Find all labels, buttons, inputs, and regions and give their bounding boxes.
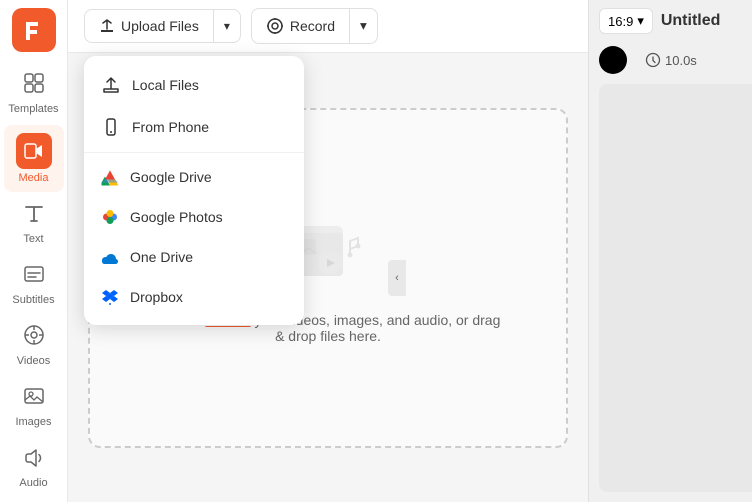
upload-arrow-icon: ▾ [224,19,230,33]
record-arrow-icon: ▾ [360,18,367,33]
sidebar: Templates Media Text Subtitles [0,0,68,502]
record-dropdown-button[interactable]: ▾ [350,10,377,42]
google-drive-label: Google Drive [130,169,212,185]
local-files-label: Local Files [132,77,199,93]
upload-dropdown-menu: Local Files From Phone [84,56,304,325]
background-color-picker[interactable] [599,46,627,74]
sidebar-item-subtitles-label: Subtitles [12,294,54,306]
aspect-ratio-label: 16:9 [608,14,633,29]
dropdown-item-google-drive[interactable]: Google Drive [84,157,304,197]
upload-dropdown-button[interactable]: ▾ [214,11,240,41]
videos-icon [23,324,45,352]
sidebar-item-media-label: Media [19,172,49,184]
media-icon-bg [16,133,52,169]
panel-collapse-button[interactable]: ‹ [388,260,406,296]
sidebar-item-media[interactable]: Media [4,125,64,192]
templates-icon [23,72,45,100]
from-phone-label: From Phone [132,119,209,135]
thumbnail-preview [599,84,752,492]
local-files-icon [100,74,122,96]
dropdown-item-local-files[interactable]: Local Files [84,64,304,106]
sidebar-item-videos[interactable]: Videos [4,316,64,375]
sidebar-item-templates-label: Templates [8,103,58,115]
sidebar-item-images-label: Images [15,416,51,428]
record-button[interactable]: Record [252,9,350,43]
upload-files-button[interactable]: Upload Files [85,10,214,42]
audio-icon [23,446,45,474]
google-drive-icon [100,167,120,187]
sidebar-item-images[interactable]: Images [4,377,64,436]
one-drive-label: One Drive [130,249,193,265]
text-icon [23,202,45,230]
color-timer-row: 10.0s [589,42,752,84]
timer-value: 10.0s [665,53,697,68]
dropbox-label: Dropbox [130,289,183,305]
sidebar-item-audio[interactable]: Audio [4,438,64,497]
sidebar-item-videos-label: Videos [17,355,50,367]
images-icon [23,385,45,413]
dropdown-item-dropbox[interactable]: Dropbox [84,277,304,317]
upload-icon [99,18,115,34]
upload-files-label: Upload Files [121,18,199,34]
main-content: Upload Files ▾ Record ▾ [68,0,588,502]
google-photos-label: Google Photos [130,209,223,225]
right-panel: 16:9 ▾ 10.0s [588,0,752,502]
dropdown-item-one-drive[interactable]: One Drive [84,237,304,277]
timer-button[interactable]: 10.0s [637,48,705,72]
sidebar-item-text-label: Text [23,233,43,245]
timer-icon [645,52,661,68]
collapse-chevron-icon: ‹ [395,272,399,284]
from-phone-icon [100,116,122,138]
sidebar-item-text[interactable]: Text [4,194,64,253]
record-label: Record [290,18,335,34]
record-icon [266,17,284,35]
dropdown-item-from-phone[interactable]: From Phone [84,106,304,148]
record-button-group: Record ▾ [251,8,378,44]
google-photos-icon [100,207,120,227]
app-logo [12,8,56,52]
title-input[interactable] [661,12,752,30]
aspect-ratio-chevron-icon: ▾ [637,13,644,29]
sidebar-item-templates[interactable]: Templates [4,64,64,123]
sidebar-item-subtitles[interactable]: Subtitles [4,255,64,314]
dropdown-item-google-photos[interactable]: Google Photos [84,197,304,237]
subtitles-icon [23,263,45,291]
sidebar-item-audio-label: Audio [19,477,47,489]
dropbox-icon [100,287,120,307]
one-drive-icon [100,247,120,267]
aspect-ratio-button[interactable]: 16:9 ▾ [599,8,653,34]
toolbar: Upload Files ▾ Record ▾ [68,0,588,53]
upload-button-group: Upload Files ▾ [84,9,241,43]
dropdown-divider-1 [84,152,304,153]
right-panel-header: 16:9 ▾ [589,0,752,42]
